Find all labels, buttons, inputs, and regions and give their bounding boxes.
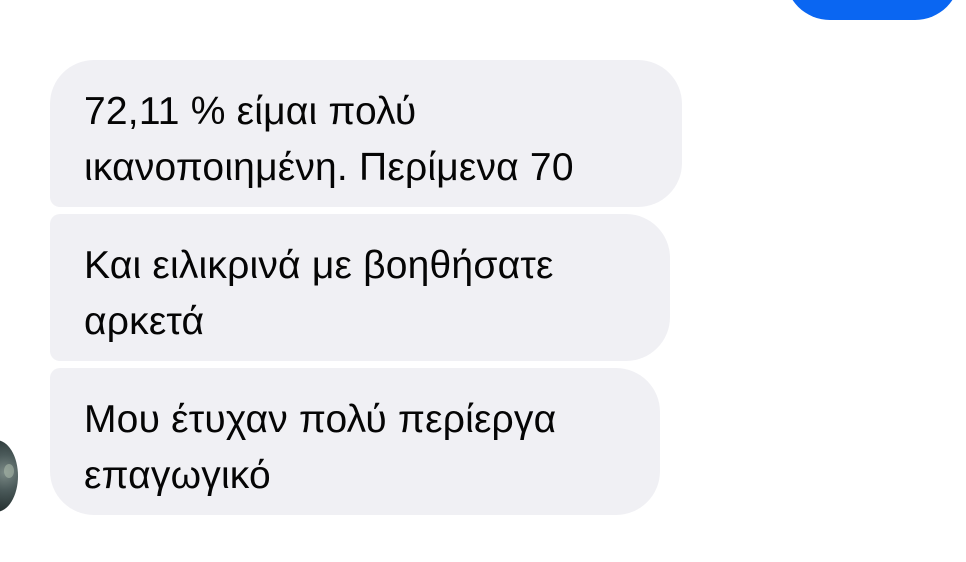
received-message-bubble[interactable]: Και ειλικρινά με βοηθήσατε αρκετά — [50, 214, 670, 361]
message-text: Και ειλικρινά με βοηθήσατε — [84, 244, 554, 287]
message-text: 72,11 % είμαι πολύ — [84, 90, 417, 133]
received-message-bubble[interactable]: Μου έτυχαν πολύ περίεργα επαγωγικό — [50, 368, 660, 515]
sent-message-bubble[interactable] — [785, 0, 960, 20]
message-text: Μου έτυχαν πολύ περίεργα — [84, 398, 557, 441]
message-text: αρκετά — [84, 300, 205, 343]
received-message-bubble[interactable]: 72,11 % είμαι πολύ ικανοποιημένη. Περίμε… — [50, 60, 682, 207]
message-text: ικανοποιημένη. Περίμενα 70 — [84, 146, 574, 189]
message-text: επαγωγικό — [84, 454, 271, 497]
sender-avatar[interactable] — [0, 440, 18, 512]
